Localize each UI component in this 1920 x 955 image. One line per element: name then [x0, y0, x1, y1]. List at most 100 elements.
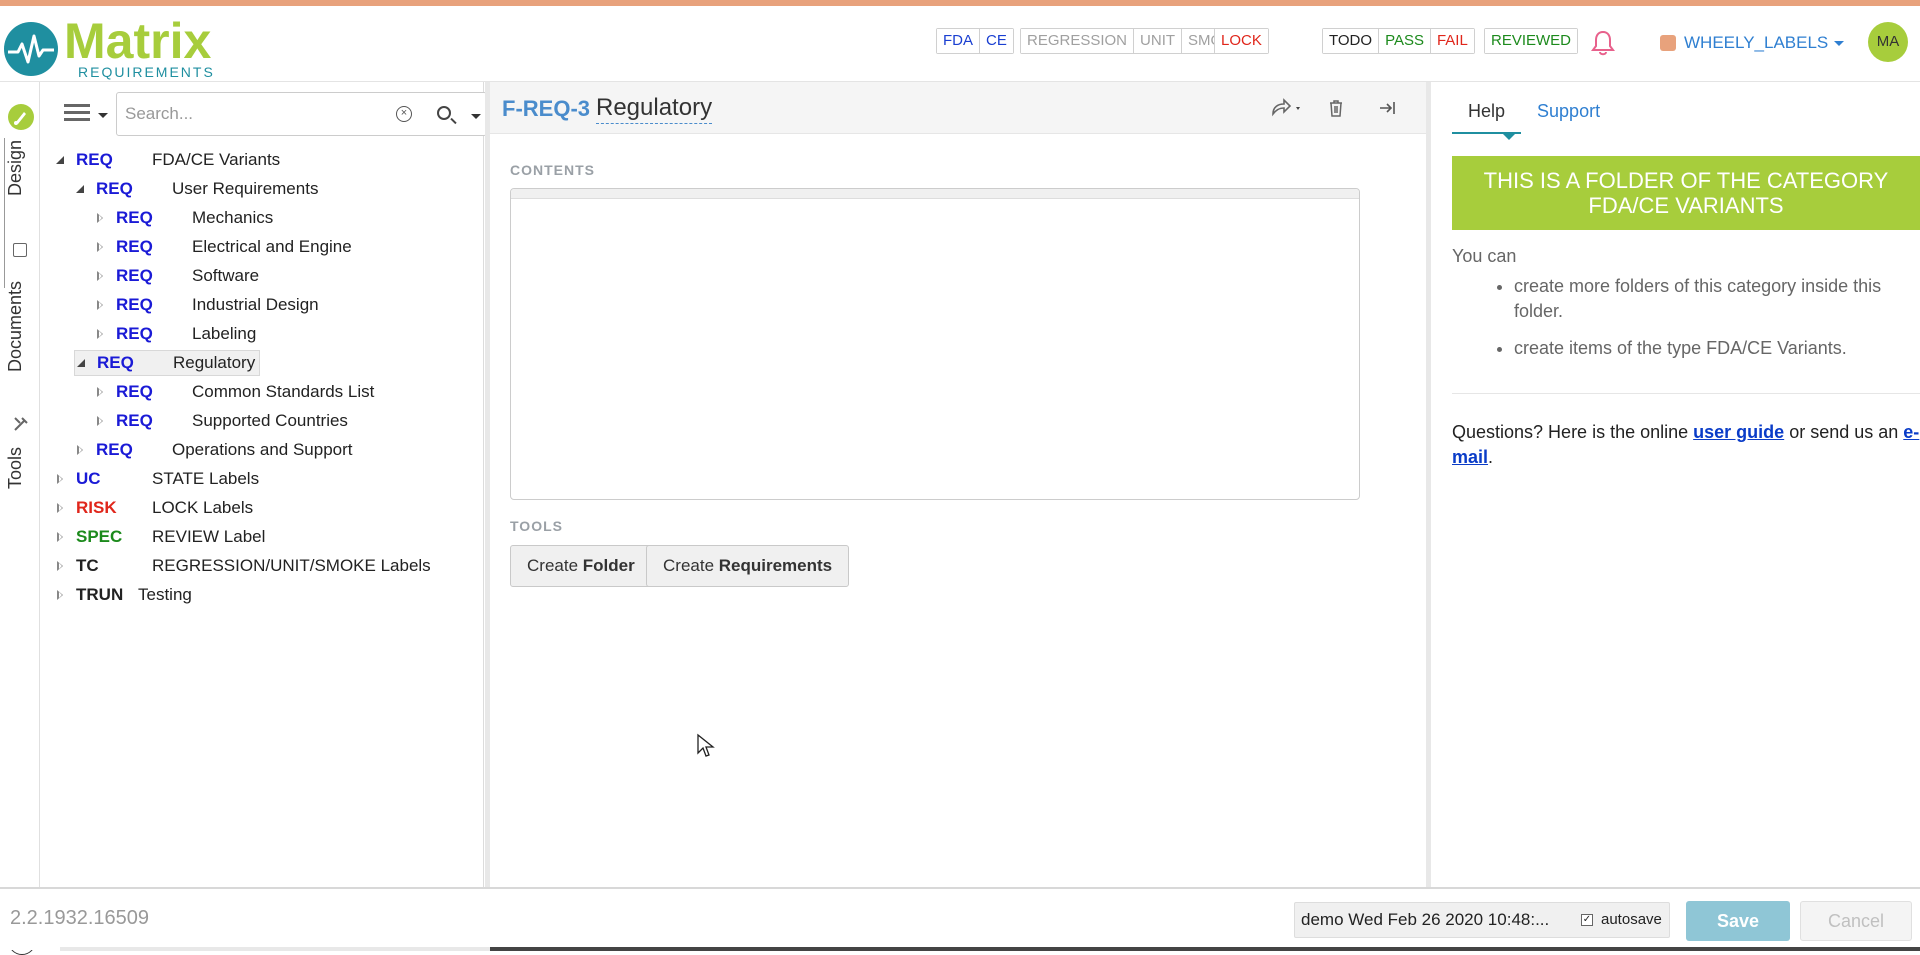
collapsed-triangle-icon[interactable] — [54, 560, 66, 572]
autosave-toggle[interactable]: ✓ autosave — [1581, 903, 1662, 937]
label-filter-fail[interactable]: FAIL — [1430, 29, 1474, 53]
create-folder-button[interactable]: Create Folder — [510, 545, 652, 587]
item-title[interactable]: Regulatory — [596, 94, 713, 124]
project-name: WHEELY_LABELS — [1684, 33, 1829, 52]
tree-item[interactable]: REQ Electrical and Engine — [94, 234, 352, 260]
label-filter-unit[interactable]: UNIT — [1134, 29, 1183, 53]
search-options-caret-icon[interactable] — [471, 114, 481, 119]
collapsed-triangle-icon[interactable] — [94, 270, 106, 282]
collapsed-triangle-icon[interactable] — [94, 212, 106, 224]
search-button[interactable] — [425, 92, 487, 136]
save-button[interactable]: Save — [1686, 901, 1790, 941]
label-filter-reviewed[interactable]: REVIEWED — [1485, 29, 1578, 53]
tree-item-label: STATE Labels — [152, 469, 260, 488]
collapsed-triangle-icon[interactable] — [54, 473, 66, 485]
cancel-button[interactable]: Cancel — [1800, 901, 1912, 941]
tree-item[interactable]: REQ Industrial Design — [94, 292, 319, 318]
tree-item[interactable]: REQ Operations and Support — [74, 437, 353, 463]
collapsed-triangle-icon[interactable] — [54, 531, 66, 543]
tools-icon[interactable] — [12, 415, 30, 433]
label-filter-pass[interactable]: PASS — [1379, 29, 1431, 53]
label-filter-fda[interactable]: FDA — [937, 29, 980, 53]
documents-icon[interactable] — [13, 243, 27, 257]
you-can-text: You can — [1452, 246, 1517, 266]
tree-item[interactable]: REQ Software — [94, 263, 259, 289]
tree-item-label: Electrical and Engine — [192, 237, 352, 256]
label-group: LOCK — [1214, 28, 1269, 54]
delete-trash-icon[interactable] — [1326, 98, 1348, 118]
divider — [1452, 393, 1920, 394]
tree-menu-icon[interactable] — [64, 104, 90, 126]
tree-menu-caret-icon[interactable] — [98, 113, 108, 118]
label-filter-regression[interactable]: REGRESSION — [1021, 29, 1135, 53]
label-group: TODO PASS FAIL — [1322, 28, 1475, 54]
collapsed-triangle-icon[interactable] — [94, 328, 106, 340]
user-avatar[interactable]: MA — [1868, 22, 1908, 62]
questions-prefix: Questions? Here is the online — [1452, 422, 1689, 442]
collapsed-triangle-icon[interactable] — [94, 415, 106, 427]
tab-design[interactable]: Design — [4, 138, 40, 288]
collapse-panel-icon[interactable] — [1378, 98, 1400, 118]
create-requirements-bold: Requirements — [718, 556, 833, 575]
tree-item[interactable]: SPEC REVIEW Label — [54, 524, 265, 550]
tree-item[interactable]: REQ Common Standards List — [94, 379, 374, 405]
design-brush-icon[interactable] — [8, 104, 34, 130]
app-header: Matrix REQUIREMENTS FDACEREGRESSIONUNITS… — [0, 6, 1920, 82]
tree-item-label: Operations and Support — [172, 440, 353, 459]
tree-item[interactable]: RISK LOCK Labels — [54, 495, 253, 521]
create-folder-bold: Folder — [582, 556, 635, 575]
autosave-checkbox[interactable]: ✓ — [1581, 914, 1593, 926]
create-requirements-prefix: Create — [663, 556, 715, 575]
tree-item[interactable]: REQ Supported Countries — [94, 408, 348, 434]
item-header: F-REQ-3 Regulatory — [490, 82, 1426, 134]
tree-item-label: Regulatory — [173, 353, 256, 372]
clear-search-icon[interactable]: × — [396, 106, 412, 122]
search-input[interactable] — [116, 92, 426, 136]
tree-item[interactable]: REQ Regulatory — [74, 350, 261, 376]
questions-suffix: . — [1488, 447, 1494, 467]
tree-item[interactable]: UC STATE Labels — [54, 466, 259, 492]
matrix-logo[interactable]: Matrix REQUIREMENTS — [4, 16, 224, 80]
tree-item-label: User Requirements — [172, 179, 319, 198]
collapsed-triangle-icon[interactable] — [74, 444, 86, 456]
collapsed-triangle-icon[interactable] — [54, 502, 66, 514]
tab-support[interactable]: Support — [1521, 96, 1616, 134]
tab-documents-label: Documents — [5, 280, 25, 372]
label-filter-lock[interactable]: LOCK — [1215, 29, 1268, 53]
tab-help[interactable]: Help — [1452, 96, 1522, 140]
footer-scroll-thumb[interactable] — [490, 947, 1920, 951]
collapsed-triangle-icon[interactable] — [94, 299, 106, 311]
tree-item-category: REQ — [116, 237, 153, 256]
create-requirements-button[interactable]: Create Requirements — [646, 545, 850, 587]
tree-item[interactable]: REQ Mechanics — [94, 205, 273, 231]
footer-scroll-track — [60, 947, 490, 951]
project-selector[interactable]: WHEELY_LABELS — [1660, 32, 1845, 54]
tab-documents[interactable]: Documents — [4, 274, 40, 394]
tree-item[interactable]: REQ Labeling — [94, 321, 256, 347]
notification-bell-icon[interactable] — [1590, 29, 1616, 57]
tree-item[interactable]: REQ FDA/CE Variants — [54, 147, 280, 173]
questions-middle: or send us an — [1789, 422, 1899, 442]
label-filter-todo[interactable]: TODO — [1323, 29, 1380, 53]
contents-area[interactable] — [510, 188, 1360, 500]
collapsed-triangle-icon[interactable] — [94, 386, 106, 398]
user-guide-link[interactable]: user guide — [1693, 422, 1784, 442]
tree-item[interactable]: TC REGRESSION/UNIT/SMOKE Labels — [54, 553, 431, 579]
project-tree-panel: × REQ FDA/CE Variants REQ User Requirements… — [40, 82, 487, 887]
expanded-triangle-icon[interactable] — [74, 183, 86, 195]
collapsed-triangle-icon[interactable] — [54, 589, 66, 601]
tree-item-label: Common Standards List — [192, 382, 375, 401]
label-filter-ce[interactable]: CE — [980, 29, 1013, 53]
tree-item[interactable]: REQ User Requirements — [74, 176, 318, 202]
tree-item-label: FDA/CE Variants — [152, 150, 281, 169]
tree-item-category: REQ — [116, 324, 153, 343]
tab-tools[interactable]: Tools — [4, 442, 40, 502]
save-status-text: demo Wed Feb 26 2020 10:48:... — [1301, 910, 1550, 929]
expanded-triangle-icon[interactable] — [54, 154, 66, 166]
tree-item-category: TC — [76, 556, 99, 575]
tree-item-category: UC — [76, 469, 101, 488]
share-icon[interactable] — [1270, 98, 1300, 118]
expanded-triangle-icon[interactable] — [75, 357, 87, 369]
collapsed-triangle-icon[interactable] — [94, 241, 106, 253]
tree-item[interactable]: TRUN Testing — [54, 582, 192, 608]
